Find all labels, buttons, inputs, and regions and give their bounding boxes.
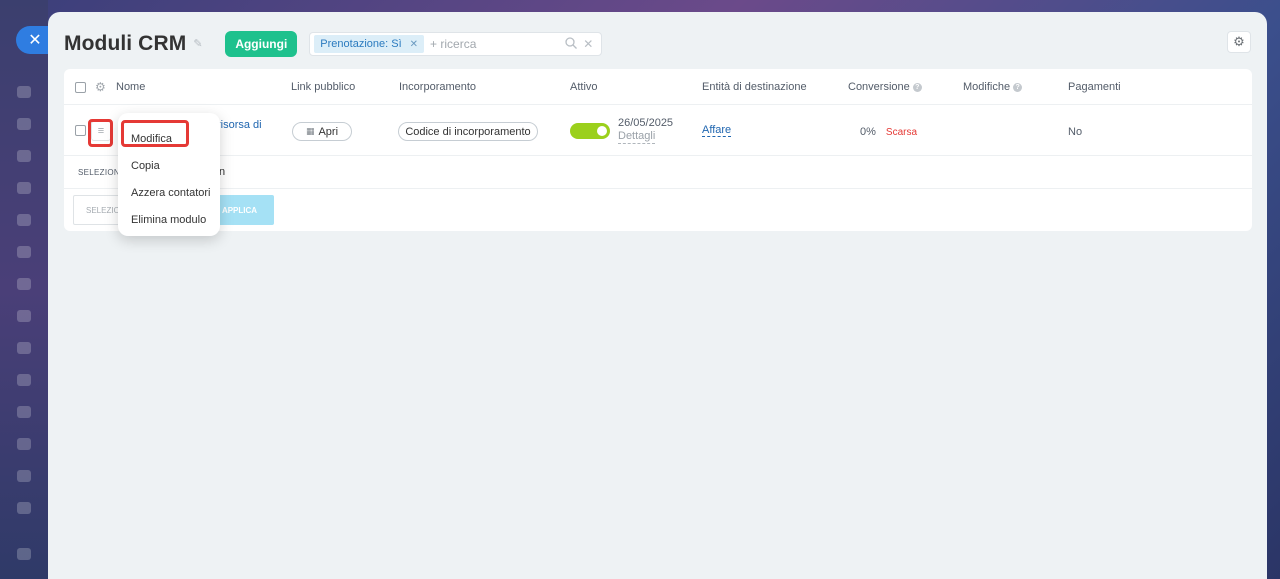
rail-icon[interactable] [17,470,31,482]
help-icon[interactable]: ? [1013,82,1023,92]
conversion-rating: Scarsa [885,126,918,138]
rail-icon[interactable] [17,438,31,450]
rail-icon[interactable] [17,310,31,322]
menu-item-delete-module[interactable]: Elimina modulo [118,206,220,233]
active-toggle[interactable] [570,123,610,139]
rail-icon[interactable] [17,406,31,418]
filter-search-box[interactable]: Prenotazione: Sì ✕ ✕ [309,32,603,56]
column-header-name[interactable]: Nome [116,69,145,105]
rail-icon[interactable] [17,502,31,514]
public-link-button[interactable]: ▦ Apri [292,122,352,141]
activation-date: 26/05/2025 [618,117,674,129]
target-entity-link[interactable]: Affare [702,124,732,137]
menu-item-copy[interactable]: Copia [118,152,220,179]
menu-item-reset-counters[interactable]: Azzera contatori [118,179,220,206]
public-link-label: Apri [318,125,339,138]
conversion-value: 0% [860,126,876,138]
add-button-label: Aggiungi [235,37,288,51]
left-rail [0,0,48,579]
rail-icon[interactable] [17,118,31,130]
target-entity-label: Affare [702,124,732,137]
search-icon[interactable] [565,37,578,52]
row-name-link[interactable]: risorsa di [217,119,262,131]
rail-icon[interactable] [17,548,31,560]
rail-icon[interactable] [17,86,31,98]
column-header-payments[interactable]: Pagamenti [1068,69,1121,105]
close-icon: ✕ [28,32,42,49]
activation-info: 26/05/2025 Dettagli [618,117,673,144]
qr-code-icon: ▦ [305,126,314,136]
row-context-menu: Modifica Copia Azzera contatori Elimina … [118,113,220,236]
group-actions-bar: SELEZIO APPLICA [64,189,1252,231]
row-checkbox[interactable] [75,125,86,136]
column-header-embedding[interactable]: Incorporamento [399,69,476,105]
gear-icon: ⚙ [1233,34,1245,49]
column-settings-icon[interactable]: ⚙ [95,69,106,105]
rail-icon[interactable] [17,342,31,354]
rail-icon[interactable] [17,278,31,290]
column-header-conversion[interactable]: Conversione ? [848,69,922,105]
payments-value: No [1068,126,1083,138]
apply-button-label: APPLICA [221,205,258,215]
column-header-target-entity[interactable]: Entità di destinazione [702,69,807,105]
chip-remove-icon[interactable]: ✕ [410,39,418,50]
clear-search-icon[interactable]: ✕ [583,37,593,52]
conversion-cell: 0% Scarsa [860,126,917,138]
filter-chip[interactable]: Prenotazione: Sì ✕ [314,35,425,53]
row-menu-button[interactable]: ≡ [91,121,111,141]
search-input[interactable] [430,37,561,51]
modules-grid: ⚙ Nome Link pubblico Incorporamento Atti… [64,69,1252,231]
rail-icon[interactable] [17,182,31,194]
column-header-conversion-label: Conversione [848,81,910,93]
close-slider-button[interactable]: ✕ [16,26,50,54]
page-title: Moduli CRM [64,32,187,55]
embed-code-button[interactable]: Codice di incorporamento [398,122,538,141]
column-header-changes-label: Modifiche [963,81,1011,93]
settings-button[interactable]: ⚙ [1227,31,1251,53]
embed-code-label: Codice di incorporamento [405,125,531,138]
select-all-checkbox[interactable] [75,69,86,105]
grid-header: ⚙ Nome Link pubblico Incorporamento Atti… [64,69,1252,105]
menu-item-edit[interactable]: Modifica [118,125,220,152]
column-header-public-link[interactable]: Link pubblico [291,69,355,105]
rail-icon[interactable] [17,246,31,258]
column-header-active[interactable]: Attivo [570,69,598,105]
add-button[interactable]: Aggiungi [225,31,298,57]
rail-icon[interactable] [17,214,31,226]
pin-icon[interactable]: ✎ [193,38,205,50]
slider-panel: Moduli CRM ✎ Aggiungi Prenotazione: Sì ✕… [48,12,1267,579]
action-select-label: SELEZIO [86,205,120,215]
details-link[interactable]: Dettagli [618,130,656,144]
table-row: ≡ risorsa di ▦ Apri Codice di incorporam… [64,105,1252,156]
help-icon[interactable]: ? [912,82,922,92]
rail-icon[interactable] [17,150,31,162]
column-header-changes[interactable]: Modifiche ? [963,69,1023,105]
filter-chip-label: Prenotazione: Sì [320,38,402,50]
menu-lines-icon: ≡ [97,125,105,137]
selection-bar: SELEZIONA n [64,157,1252,189]
rail-icon[interactable] [17,374,31,386]
page-header: Moduli CRM ✎ Aggiungi Prenotazione: Sì ✕… [64,28,1251,60]
